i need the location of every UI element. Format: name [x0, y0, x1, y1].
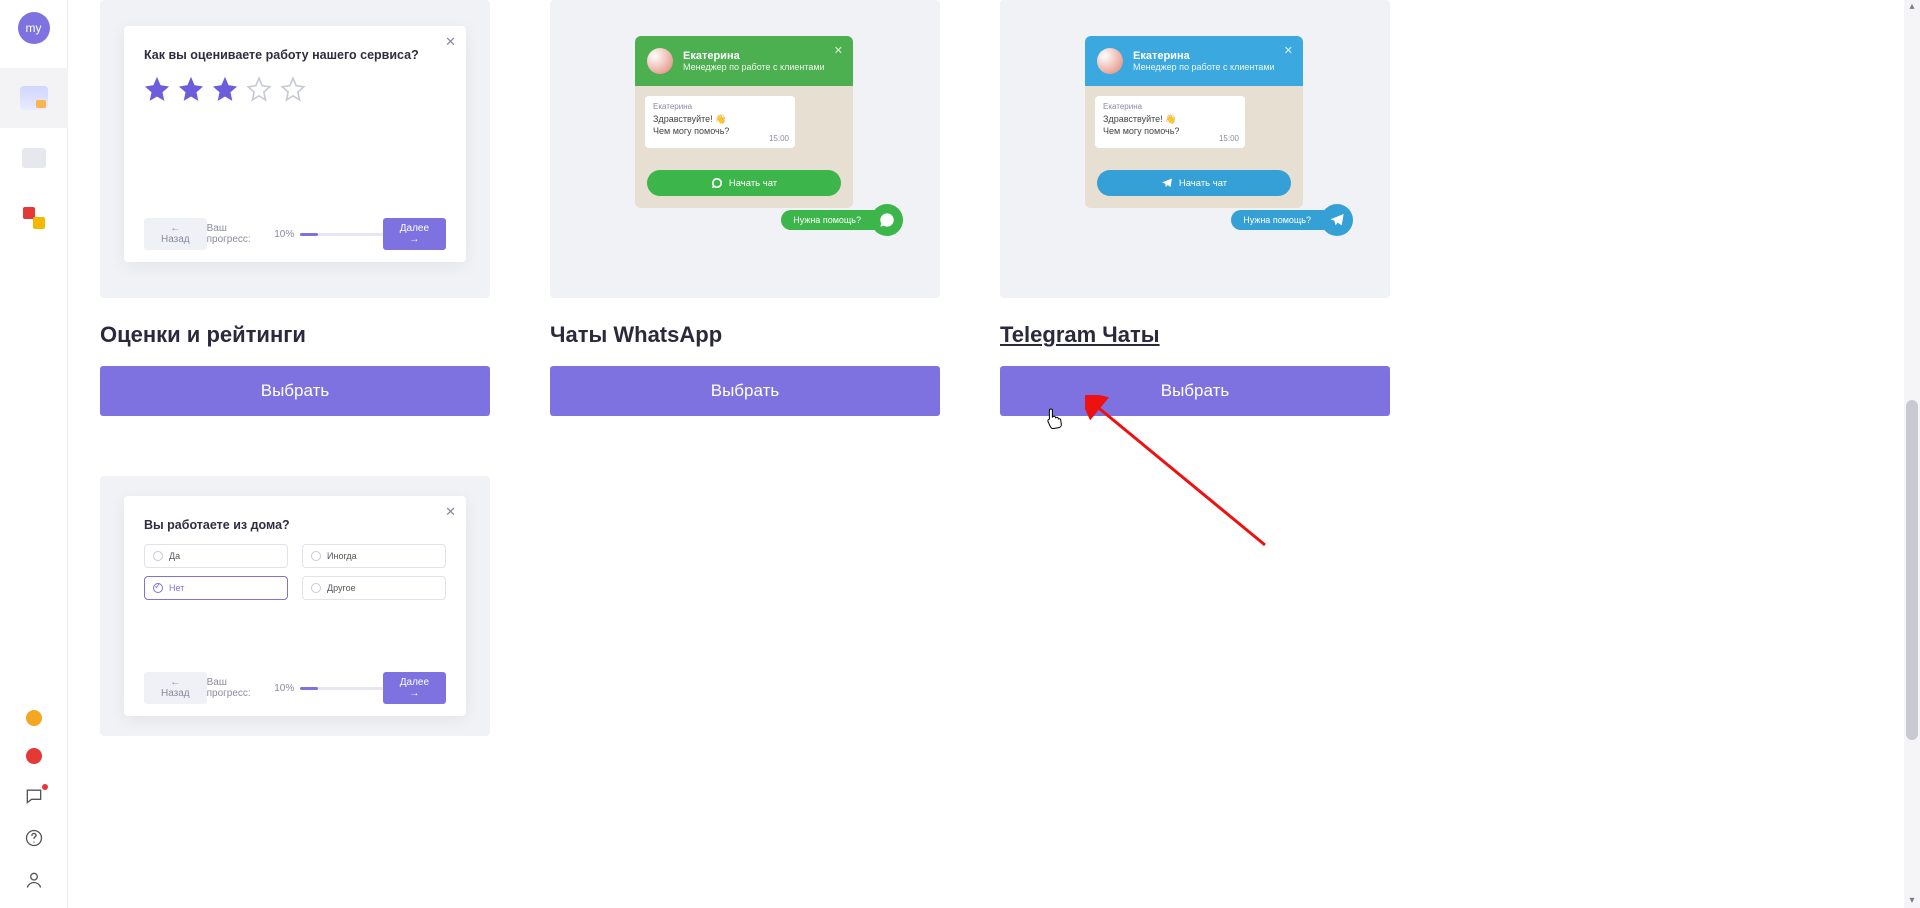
agent-role: Менеджер по работе с клиентами: [683, 62, 825, 72]
survey-next-button[interactable]: Далее →: [383, 672, 446, 704]
status-orange-icon[interactable]: [26, 710, 42, 726]
sidebar-item-docs[interactable]: [0, 128, 68, 188]
apps-icon: [20, 86, 48, 110]
agent-name: Екатерина: [1133, 50, 1275, 62]
agent-avatar-icon: [647, 48, 673, 74]
scroll-down-icon[interactable]: ▾: [1907, 896, 1917, 906]
star-icon[interactable]: [144, 76, 170, 102]
status-red-icon[interactable]: [26, 748, 42, 764]
select-button[interactable]: Выбрать: [550, 366, 940, 416]
close-icon[interactable]: ✕: [445, 34, 456, 50]
sidebar-item-tiles[interactable]: [0, 188, 68, 248]
select-button[interactable]: Выбрать: [1000, 366, 1390, 416]
survey-next-button[interactable]: Далее →: [383, 218, 446, 250]
left-sidebar: my: [0, 0, 68, 908]
offer-title: Чаты WhatsApp: [550, 322, 940, 348]
msg-from: Екатерина: [653, 102, 787, 112]
vertical-scrollbar[interactable]: ▴ ▾: [1904, 0, 1920, 908]
radio-option-no[interactable]: Нет: [144, 576, 288, 600]
progress-bar: [300, 687, 383, 690]
star-icon[interactable]: [178, 76, 204, 102]
start-chat-button[interactable]: Начать чат: [647, 170, 841, 196]
offer-title: Оценки и рейтинги: [100, 322, 490, 348]
help-fab-label[interactable]: Нужна помощь?: [781, 210, 877, 230]
agent-role: Менеджер по работе с клиентами: [1133, 62, 1275, 72]
msg-time: 15:00: [769, 134, 789, 144]
msg-line: Здравствуйте! 👋: [1103, 114, 1237, 126]
rating-survey-preview: ✕ Как вы оцениваете работу нашего сервис…: [124, 26, 466, 262]
chat-icon[interactable]: [24, 786, 44, 806]
star-icon[interactable]: [246, 76, 272, 102]
star-icon[interactable]: [280, 76, 306, 102]
sidebar-item-apps[interactable]: [0, 68, 68, 128]
scrollbar-thumb[interactable]: [1906, 400, 1918, 740]
telegram-chat-preview: Екатерина Менеджер по работе с клиентами…: [1085, 36, 1303, 208]
tiles-icon: [23, 207, 45, 229]
whatsapp-fab-icon[interactable]: [871, 204, 903, 236]
select-button[interactable]: Выбрать: [100, 366, 490, 416]
help-icon[interactable]: [24, 828, 44, 848]
radio-option-sometimes[interactable]: Иногда: [302, 544, 446, 568]
offer-whatsapp: Екатерина Менеджер по работе с клиентами…: [550, 0, 940, 416]
msg-line: Чем могу помочь?: [1103, 126, 1237, 138]
whatsapp-chat-preview: Екатерина Менеджер по работе с клиентами…: [635, 36, 853, 208]
scroll-up-icon[interactable]: ▴: [1907, 2, 1917, 12]
telegram-icon: [1161, 177, 1173, 189]
msg-from: Екатерина: [1103, 102, 1237, 112]
radio-option-other[interactable]: Другое: [302, 576, 446, 600]
star-rating[interactable]: [144, 76, 446, 102]
survey-question: Как вы оцениваете работу нашего сервиса?: [144, 48, 446, 62]
progress-label: Ваш прогресс:: [207, 223, 269, 245]
msg-line: Здравствуйте! 👋: [653, 114, 787, 126]
progress-value: 10%: [274, 229, 294, 240]
user-icon[interactable]: [24, 870, 44, 890]
doc-icon: [22, 148, 46, 168]
telegram-fab-icon[interactable]: [1321, 204, 1353, 236]
workspace-avatar[interactable]: my: [18, 12, 50, 44]
progress-value: 10%: [274, 683, 294, 694]
agent-name: Екатерина: [683, 50, 825, 62]
help-fab-label[interactable]: Нужна помощь?: [1231, 210, 1327, 230]
whatsapp-icon: [711, 177, 723, 189]
radio-survey-preview: ✕ Вы работаете из дома? Да Иногда Нет Др…: [124, 496, 466, 716]
survey-back-button[interactable]: ← Назад: [144, 672, 207, 704]
agent-avatar-icon: [1097, 48, 1123, 74]
star-icon[interactable]: [212, 76, 238, 102]
progress-bar: [300, 233, 383, 236]
start-chat-button[interactable]: Начать чат: [1097, 170, 1291, 196]
close-icon[interactable]: ✕: [1284, 44, 1293, 57]
msg-line: Чем могу помочь?: [653, 126, 787, 138]
offer-title-link[interactable]: Telegram Чаты: [1000, 322, 1390, 348]
survey-back-button[interactable]: ← Назад: [144, 218, 207, 250]
close-icon[interactable]: ✕: [834, 44, 843, 57]
close-icon[interactable]: ✕: [445, 504, 456, 520]
offers-grid: ✕ Как вы оцениваете работу нашего сервис…: [100, 0, 1350, 736]
progress-label: Ваш прогресс:: [207, 677, 269, 699]
survey-question: Вы работаете из дома?: [144, 518, 446, 532]
radio-option-yes[interactable]: Да: [144, 544, 288, 568]
msg-time: 15:00: [1219, 134, 1239, 144]
offer-telegram: Екатерина Менеджер по работе с клиентами…: [1000, 0, 1390, 416]
offer-radio-survey: ✕ Вы работаете из дома? Да Иногда Нет Др…: [100, 476, 490, 736]
offer-ratings: ✕ Как вы оцениваете работу нашего сервис…: [100, 0, 490, 416]
